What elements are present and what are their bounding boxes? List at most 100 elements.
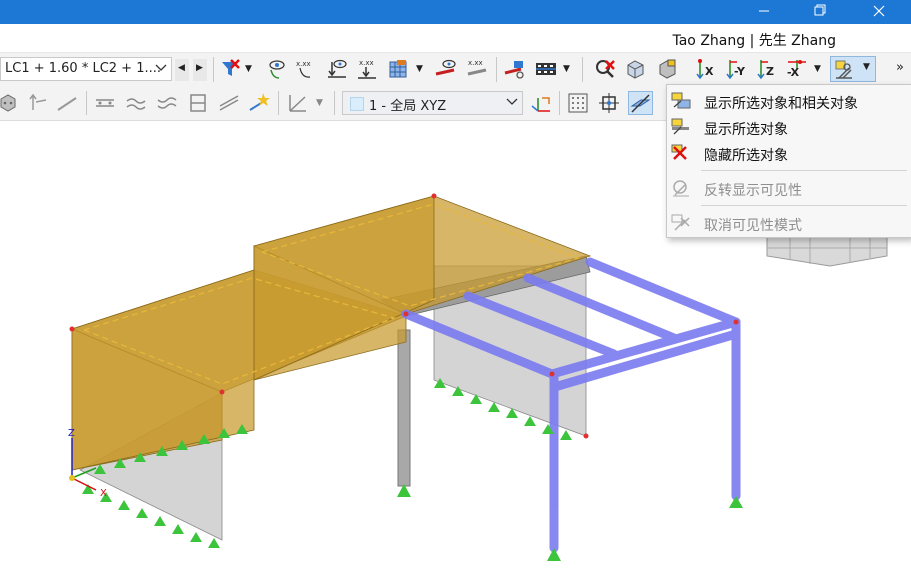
view-cube-widget[interactable] (766, 235, 888, 267)
menu-item-label: 取消可见性模式 (704, 218, 802, 234)
result-values-button[interactable]: x.xx (295, 58, 317, 80)
node-point[interactable] (219, 389, 225, 395)
iso-view-icon (659, 59, 676, 79)
node-point[interactable] (583, 433, 589, 439)
axis-z-label: Z (766, 65, 774, 78)
title-bar (0, 0, 911, 24)
filter-icon (222, 59, 240, 76)
close-button[interactable] (856, 0, 902, 24)
beam-values-icon: x.xx (467, 59, 487, 76)
zoom-clear-button[interactable] (594, 58, 616, 80)
reactions-button[interactable] (326, 58, 348, 80)
menu-item-show-selected[interactable]: 显示所选对象 (667, 114, 911, 140)
member-display-button-5[interactable] (218, 92, 240, 114)
restore-button[interactable] (796, 0, 842, 24)
line-display-button[interactable] (56, 92, 78, 114)
visibility-dropdown-menu: 显示所选对象和相关对象 显示所选对象 隐藏所选对象 反转显示可见性 取消可见性模… (666, 84, 911, 238)
chevron-down-icon: ▼ (863, 62, 870, 72)
next-load-button[interactable]: ▶ (193, 59, 207, 81)
member-slope-icon (219, 95, 239, 111)
snap-button[interactable] (598, 92, 620, 114)
load-combination-select[interactable]: LC1 + 1.60 * LC2 + 1.... (0, 57, 172, 81)
work-plane-button[interactable] (628, 91, 653, 115)
menu-item-invert-visibility[interactable]: 反转显示可见性 (667, 175, 911, 201)
display-results-button[interactable] (434, 58, 456, 80)
chevron-down-icon[interactable]: ▼ (563, 64, 570, 74)
visibility-mode-button[interactable]: ▼ (830, 56, 876, 82)
wall-surface-lower-side[interactable] (71, 269, 255, 471)
reaction-values-button[interactable]: x.xx (356, 58, 378, 80)
section-results-button[interactable] (503, 58, 525, 80)
axis-neg-x-label: -X (787, 66, 800, 79)
result-filter-button[interactable] (219, 58, 241, 80)
cube-icon (627, 60, 644, 79)
support-display-button[interactable] (26, 92, 48, 114)
values-icon: x.xx (296, 60, 311, 78)
chevron-down-icon[interactable]: ▼ (416, 64, 423, 74)
grid-button[interactable] (567, 92, 589, 114)
chevron-down-icon[interactable]: ▼ (814, 64, 821, 74)
minimize-button[interactable] (741, 0, 787, 24)
animation-button[interactable] (535, 58, 557, 80)
menu-item-label: 反转显示可见性 (704, 183, 802, 199)
guide-line-button[interactable] (287, 92, 309, 114)
view-neg-y-icon: -Y (726, 60, 746, 80)
user-name-label[interactable]: Tao Zhang | 先生 Zhang (672, 30, 836, 50)
result-table-button[interactable] (387, 58, 409, 80)
close-icon (873, 5, 885, 17)
member-section-icon (190, 94, 206, 112)
dot-grid-icon (568, 93, 588, 113)
coordinate-system-icon (531, 97, 550, 112)
view-cube-button[interactable] (624, 58, 646, 80)
menu-item-label: 显示所选对象和相关对象 (704, 96, 858, 112)
show-selected-icon (671, 118, 689, 135)
toolbar-separator (213, 57, 214, 82)
load-combination-value: LC1 + 1.60 * LC2 + 1.... (5, 61, 162, 76)
column-gray[interactable] (397, 329, 411, 487)
member-display-button-1[interactable] (94, 92, 116, 114)
view-neg-x-button[interactable]: -X (786, 58, 808, 80)
beam-values-button[interactable]: x.xx (466, 58, 488, 80)
view-neg-y-button[interactable]: -Y (725, 58, 747, 80)
menu-item-show-selected-related[interactable]: 显示所选对象和相关对象 (667, 88, 911, 114)
magnifier-cross-icon (596, 60, 615, 78)
menu-item-hide-selected[interactable]: 隐藏所选对象 (667, 140, 911, 166)
toolbar-separator (334, 91, 335, 115)
isometric-view-button[interactable] (656, 58, 678, 80)
view-select[interactable]: 1 - 全局 XYZ (342, 91, 523, 115)
eye-beam-icon (435, 59, 456, 76)
chevron-down-icon[interactable]: ▼ (245, 64, 252, 74)
view-x-button[interactable]: X (695, 58, 717, 80)
diagonal-line-icon (57, 97, 77, 111)
member-display-button-4[interactable] (187, 92, 209, 114)
node-point[interactable] (69, 326, 75, 332)
axis-z-text: Z (68, 428, 75, 439)
view-color-swatch (350, 97, 364, 111)
node-point[interactable] (733, 319, 739, 325)
view-z-icon: Z (757, 60, 774, 80)
support-column-blue-2[interactable] (729, 496, 743, 508)
minimize-icon (759, 10, 769, 12)
label-xxx: x.xx (359, 59, 374, 67)
user-bar: Tao Zhang | 先生 Zhang (0, 24, 911, 53)
menu-item-cancel-visibility-mode[interactable]: 取消可见性模式 (667, 210, 911, 236)
eye-hand-icon (269, 60, 285, 79)
work-plane-icon (630, 94, 651, 113)
toolbar-overflow-button[interactable]: » (896, 60, 904, 75)
member-display-button-2[interactable] (125, 92, 147, 114)
view-results-button[interactable] (265, 58, 287, 80)
crosshair-icon (599, 93, 619, 113)
member-display-button-3[interactable] (156, 92, 178, 114)
member-highlight-button[interactable] (248, 92, 270, 114)
node-point[interactable] (549, 371, 555, 377)
coordinate-system-button[interactable] (530, 92, 552, 114)
node-point[interactable] (403, 311, 409, 317)
previous-load-button[interactable]: ◀ (175, 59, 189, 81)
menu-item-label: 显示所选对象 (704, 122, 788, 138)
support-column-blue-1[interactable] (547, 548, 561, 561)
render-solid-button[interactable] (0, 92, 22, 114)
view-z-button[interactable]: Z (756, 58, 778, 80)
chevron-down-icon (506, 94, 518, 113)
node-point[interactable] (431, 193, 437, 199)
chevron-down-icon[interactable]: ▼ (316, 98, 323, 108)
